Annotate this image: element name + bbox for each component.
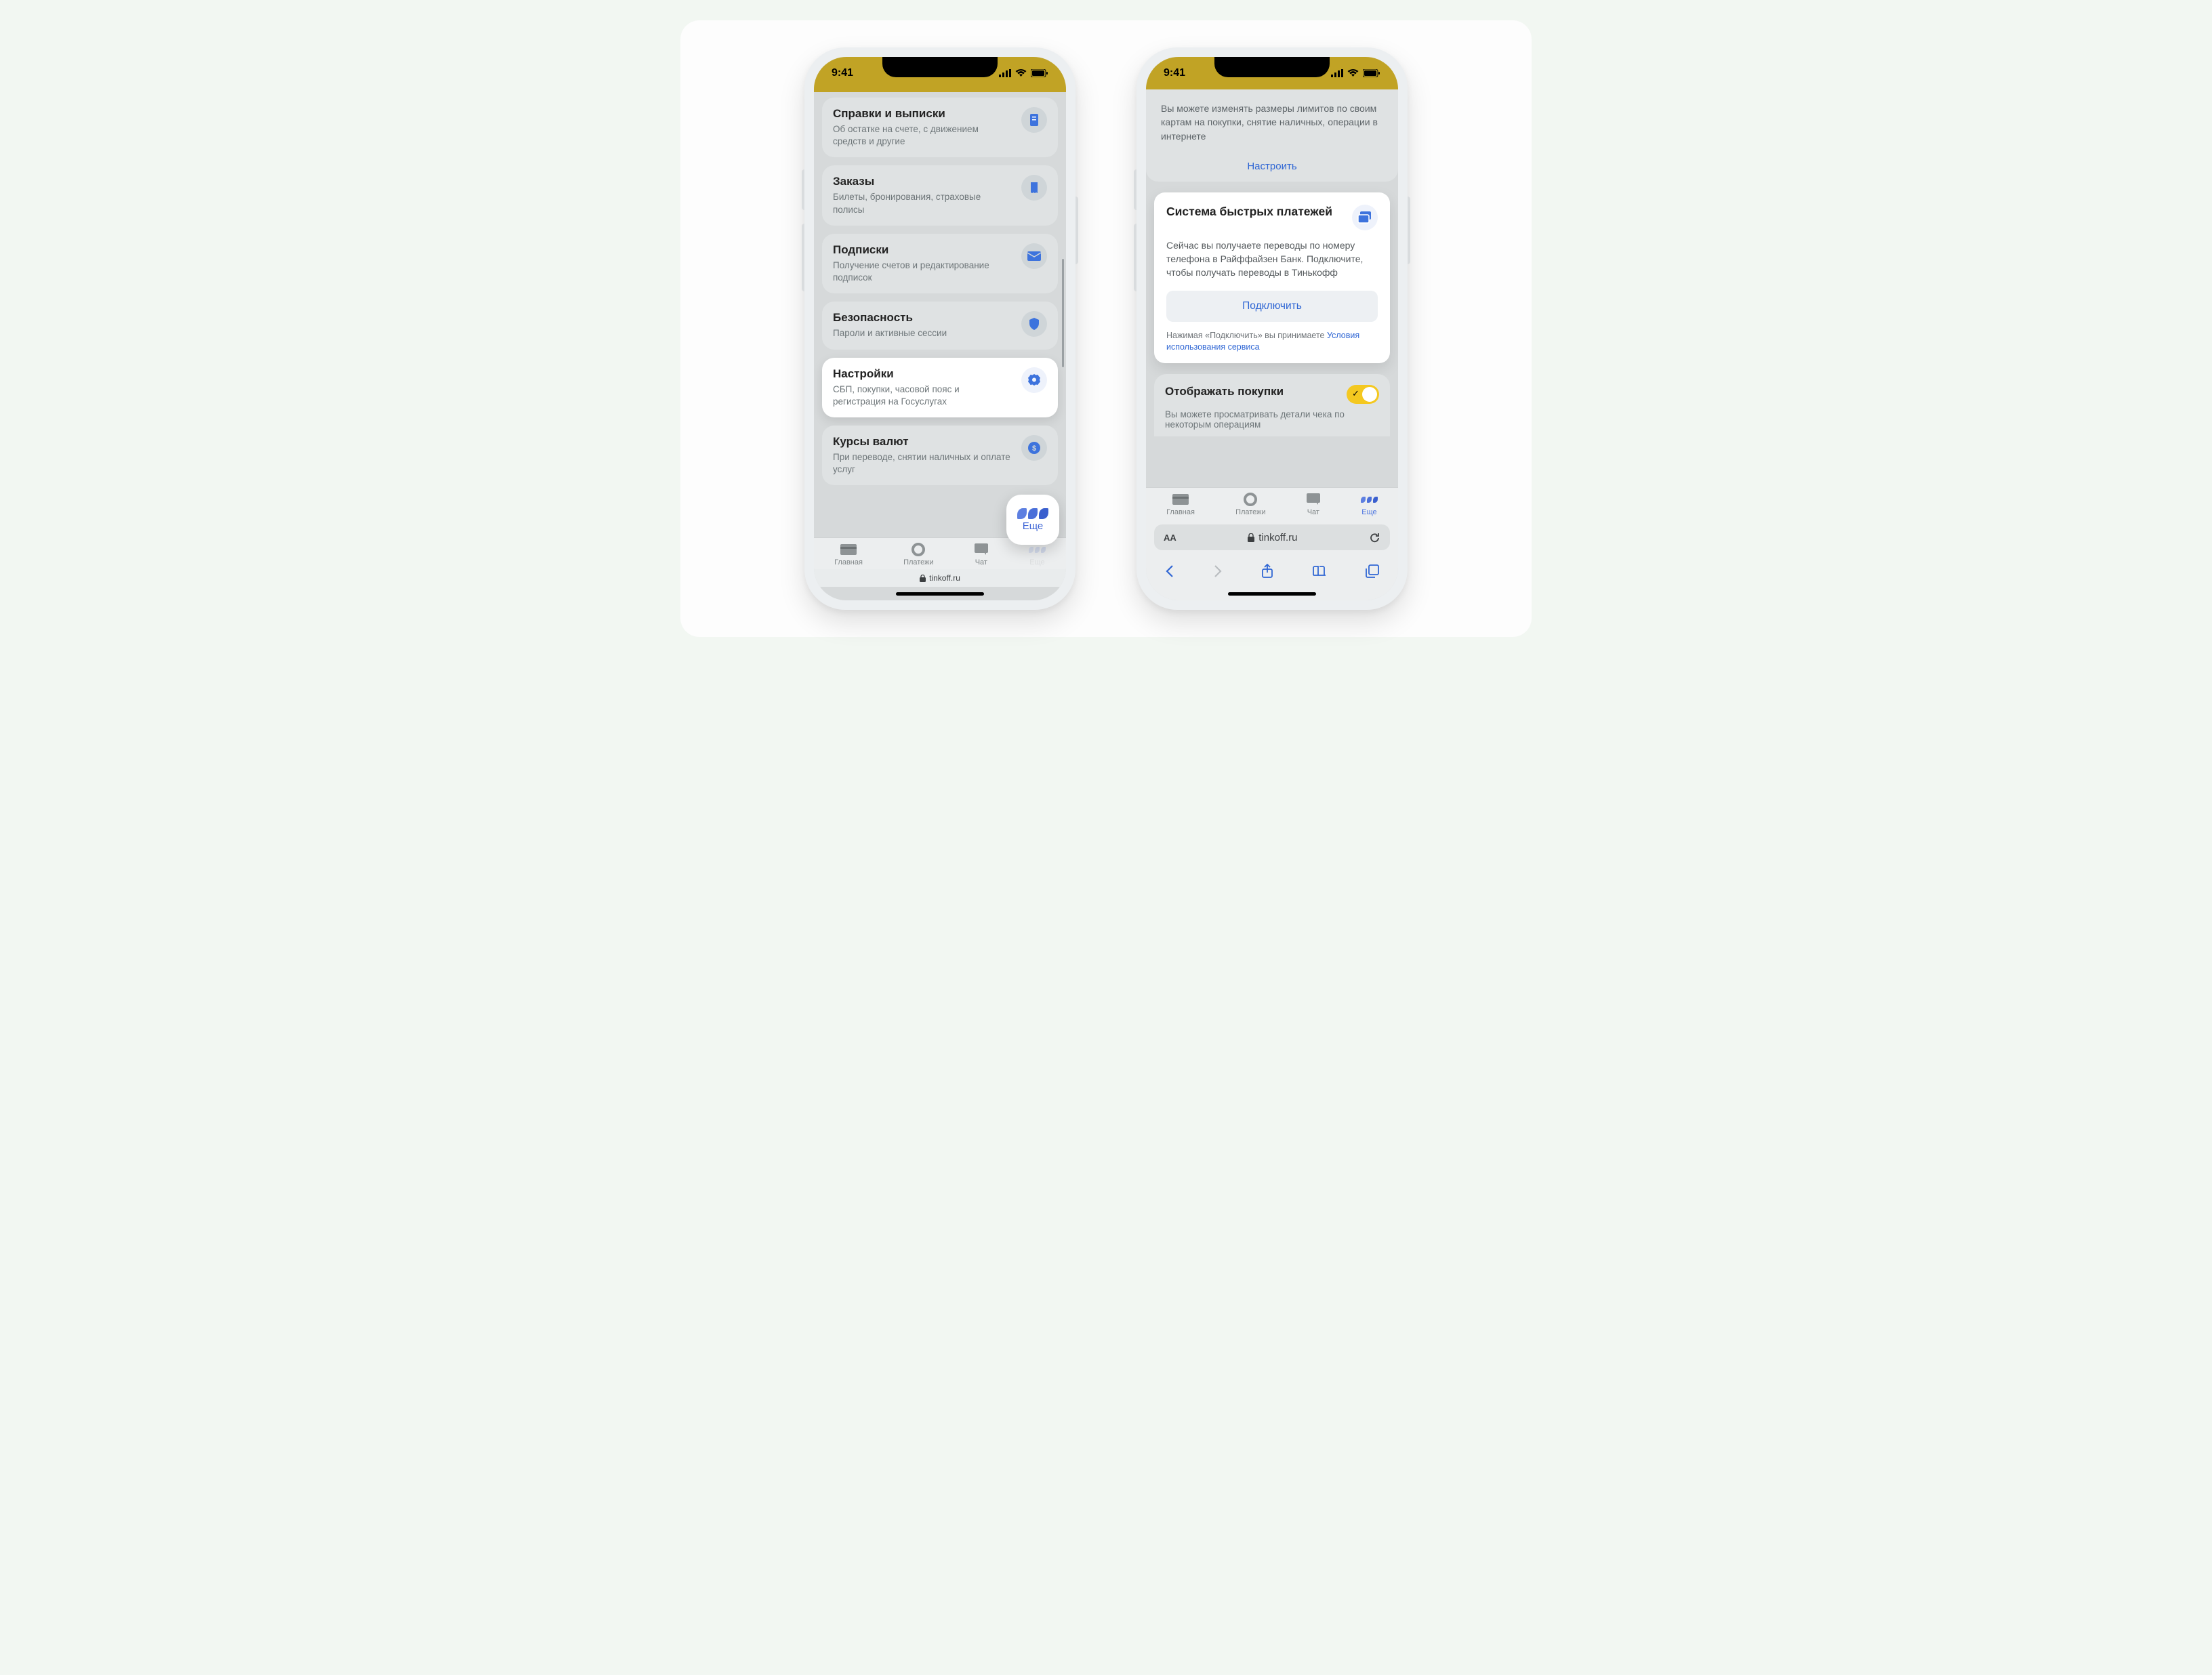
tab-home[interactable]: Главная bbox=[1166, 492, 1195, 516]
card-title: Настройки bbox=[833, 367, 1013, 381]
card-icon bbox=[1172, 492, 1189, 507]
safari-url-pill[interactable]: AA tinkoff.ru bbox=[1154, 524, 1390, 550]
mail-icon bbox=[1021, 243, 1047, 269]
chat-icon bbox=[975, 542, 988, 557]
card-title: Заказы bbox=[833, 175, 1013, 188]
show-purchases-card: Отображать покупки Вы можете просматрива… bbox=[1154, 374, 1390, 436]
home-indicator bbox=[814, 587, 1066, 600]
tab-payments[interactable]: Платежи bbox=[1235, 492, 1266, 516]
card-statements[interactable]: Справки и выписки Об остатке на счете, с… bbox=[822, 98, 1058, 157]
scrollbar[interactable] bbox=[1062, 259, 1064, 367]
showcase-stage: 9:41 Справки и выписки Об остатке на сче… bbox=[680, 20, 1532, 637]
phone-mockup-left: 9:41 Справки и выписки Об остатке на сче… bbox=[804, 47, 1076, 610]
card-subtitle: Получение счетов и редактирование подпис… bbox=[833, 260, 1013, 284]
home-indicator bbox=[1146, 587, 1398, 600]
card-security[interactable]: Безопасность Пароли и активные сессии bbox=[822, 302, 1058, 349]
reader-icon[interactable]: AA bbox=[1164, 533, 1176, 543]
more-icon bbox=[1017, 508, 1048, 519]
status-time: 9:41 bbox=[832, 67, 853, 79]
tab-home[interactable]: Главная bbox=[834, 542, 863, 566]
cards-stack-icon bbox=[1352, 205, 1378, 230]
tab-bar: Главная Платежи Чат Еще Еще bbox=[814, 537, 1066, 569]
more-icon bbox=[1361, 492, 1378, 507]
card-title: Справки и выписки bbox=[833, 107, 1013, 121]
status-time: 9:41 bbox=[1164, 67, 1185, 79]
sbp-card: Система быстрых платежей Сейчас вы получ… bbox=[1154, 192, 1390, 363]
battery-icon bbox=[1363, 69, 1380, 77]
notch bbox=[882, 57, 998, 77]
cellular-signal-icon bbox=[1331, 69, 1343, 77]
reload-icon[interactable] bbox=[1369, 532, 1380, 543]
sbp-terms: Нажимая «Подключить» вы принимаете Услов… bbox=[1166, 330, 1378, 354]
notch bbox=[1214, 57, 1330, 77]
card-subtitle: СБП, покупки, часовой пояс и регистрация… bbox=[833, 384, 1013, 408]
show-purchases-toggle[interactable] bbox=[1347, 385, 1379, 404]
card-subtitle: При переводе, снятии наличных и оплате у… bbox=[833, 451, 1013, 476]
floating-more-button[interactable]: Еще bbox=[1006, 495, 1059, 545]
ticket-icon bbox=[1021, 175, 1047, 201]
bookmarks-icon[interactable] bbox=[1312, 565, 1327, 577]
wifi-icon bbox=[1347, 69, 1359, 77]
back-icon[interactable] bbox=[1165, 564, 1174, 578]
tab-chat[interactable]: Чат bbox=[975, 542, 988, 566]
tab-bar: Главная Платежи Чат Еще bbox=[1146, 487, 1398, 519]
chat-icon bbox=[1307, 492, 1320, 507]
card-title: Курсы валют bbox=[833, 435, 1013, 449]
tab-chat[interactable]: Чат bbox=[1307, 492, 1320, 516]
forward-icon bbox=[1213, 564, 1223, 578]
toggle-title: Отображать покупки bbox=[1165, 385, 1284, 398]
app-content: Вы можете изменять размеры лимитов по св… bbox=[1146, 89, 1398, 487]
sbp-title: Система быстрых платежей bbox=[1166, 205, 1344, 230]
safari-mini-address[interactable]: tinkoff.ru bbox=[814, 569, 1066, 587]
app-content: Справки и выписки Об остатке на счете, с… bbox=[814, 89, 1066, 537]
lock-icon bbox=[920, 575, 926, 582]
cellular-signal-icon bbox=[999, 69, 1011, 77]
tab-more[interactable]: Еще bbox=[1029, 542, 1046, 566]
safari-address-bar: AA tinkoff.ru bbox=[1146, 519, 1398, 556]
tabs-icon[interactable] bbox=[1366, 564, 1379, 578]
currency-icon: $ bbox=[1021, 435, 1047, 461]
gear-icon bbox=[1021, 367, 1047, 393]
card-subtitle: Пароли и активные сессии bbox=[833, 327, 1013, 339]
document-icon bbox=[1021, 107, 1047, 133]
card-subtitle: Билеты, бронирования, страховые полисы bbox=[833, 191, 1013, 215]
circle-icon bbox=[1244, 492, 1257, 507]
card-subtitle: Об остатке на счете, с движением средств… bbox=[833, 123, 1013, 148]
wifi-icon bbox=[1015, 69, 1027, 77]
limits-description: Вы можете изменять размеры лимитов по св… bbox=[1161, 102, 1383, 143]
card-subscriptions[interactable]: Подписки Получение счетов и редактирован… bbox=[822, 234, 1058, 293]
card-icon bbox=[840, 542, 857, 557]
share-icon[interactable] bbox=[1261, 564, 1273, 579]
toggle-subtitle: Вы можете просматривать детали чека по н… bbox=[1165, 409, 1379, 430]
card-exchange-rates[interactable]: Курсы валют При переводе, снятии наличны… bbox=[822, 426, 1058, 485]
limits-card-partial: Вы можете изменять размеры лимитов по св… bbox=[1146, 89, 1398, 182]
battery-icon bbox=[1031, 69, 1048, 77]
svg-text:$: $ bbox=[1032, 444, 1036, 453]
limits-configure-link[interactable]: Настроить bbox=[1161, 161, 1383, 172]
card-title: Безопасность bbox=[833, 311, 1013, 325]
sbp-description: Сейчас вы получаете переводы по номеру т… bbox=[1166, 239, 1378, 280]
circle-icon bbox=[912, 542, 925, 557]
safari-toolbar bbox=[1146, 556, 1398, 587]
card-orders[interactable]: Заказы Билеты, бронирования, страховые п… bbox=[822, 165, 1058, 225]
phone-mockup-right: 9:41 Вы можете изменять размеры лимитов … bbox=[1136, 47, 1408, 610]
tab-payments[interactable]: Платежи bbox=[903, 542, 934, 566]
lock-icon bbox=[1248, 533, 1254, 542]
card-settings[interactable]: Настройки СБП, покупки, часовой пояс и р… bbox=[822, 358, 1058, 417]
card-title: Подписки bbox=[833, 243, 1013, 257]
shield-icon bbox=[1021, 311, 1047, 337]
tab-more[interactable]: Еще bbox=[1361, 492, 1378, 516]
sbp-connect-button[interactable]: Подключить bbox=[1166, 291, 1378, 322]
